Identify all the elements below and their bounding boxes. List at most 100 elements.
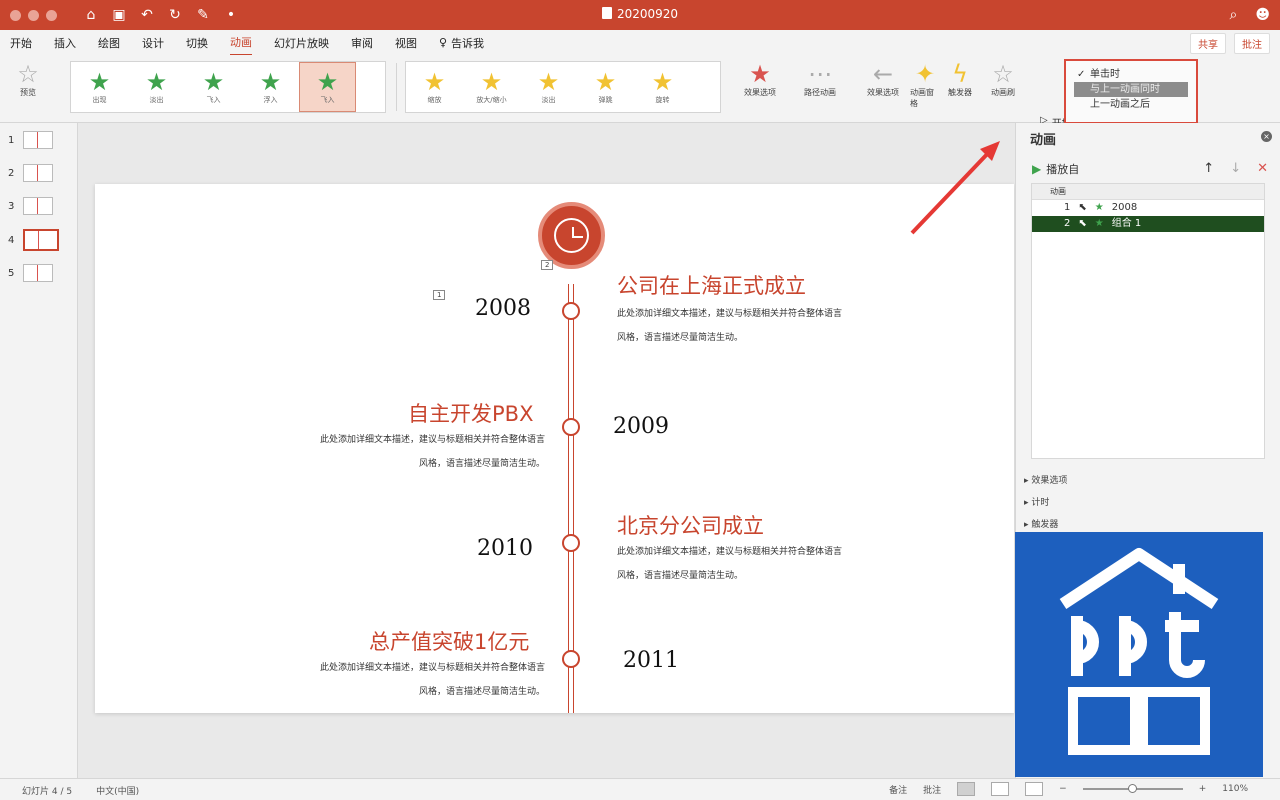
option-label: 上一动画之后 xyxy=(1090,99,1150,110)
lightbulb-icon: ♀ xyxy=(439,36,448,49)
red-star-icon: ★ xyxy=(749,60,771,88)
tab-animations[interactable]: 动画 xyxy=(230,30,252,56)
tab-review[interactable]: 审阅 xyxy=(351,31,373,55)
tab-transitions[interactable]: 切换 xyxy=(186,31,208,55)
effect-label: 淡出 xyxy=(541,96,556,104)
timeline-node[interactable] xyxy=(562,534,580,552)
animation-painter-button[interactable]: ☆ 动画刷 xyxy=(988,61,1018,98)
preview-star-icon: ☆ xyxy=(17,60,39,88)
slide[interactable]: 2 1 2008 公司在上海正式成立 此处添加详细文本描述，建议与标题相关并符合… xyxy=(95,184,1014,713)
move-down-icon[interactable]: ↓ xyxy=(1230,161,1241,176)
effect-label: 放大/缩小 xyxy=(476,96,507,104)
milestone-description[interactable]: 此处添加详细文本描述，建议与标题相关并符合整体语言 风格，语言描述尽量简洁生动。 xyxy=(617,302,842,350)
animation-row[interactable]: 1 ⬉ ★ 2008 xyxy=(1032,200,1264,216)
normal-view-icon[interactable] xyxy=(957,782,976,796)
undo-icon[interactable]: ↶ xyxy=(139,7,155,23)
home-icon[interactable]: ⌂ xyxy=(83,7,99,23)
close-pane-icon[interactable]: × xyxy=(1261,131,1272,142)
tell-me[interactable]: ♀ 告诉我 xyxy=(439,31,484,55)
trigger-button[interactable]: ϟ 触发器 xyxy=(944,61,976,98)
effect-options-button[interactable]: ★ 效果选项 xyxy=(738,61,782,98)
thumbnail-4[interactable]: 4 xyxy=(8,229,60,251)
milestone-heading[interactable]: 公司在上海正式成立 xyxy=(617,270,806,300)
option-after-previous[interactable]: 上一动画之后 xyxy=(1074,97,1188,112)
effect-bounce[interactable]: ★ 弹跳 xyxy=(577,62,634,112)
play-from-button[interactable]: ▶ 播放自 xyxy=(1032,161,1079,177)
tab-design[interactable]: 设计 xyxy=(142,31,164,55)
delete-icon[interactable]: ✕ xyxy=(1257,161,1268,176)
effect-appear[interactable]: ★ 出现 xyxy=(71,62,128,112)
effect-fly[interactable]: ★ 飞入 xyxy=(185,62,242,112)
language[interactable]: 中文(中国) xyxy=(96,784,139,797)
milestone-description[interactable]: 此处添加详细文本描述，建议与标题相关并符合整体语言 风格，语言描述尽量简洁生动。 xyxy=(253,428,545,476)
account-icon[interactable]: ☻ xyxy=(1255,7,1270,23)
milestone-description[interactable]: 此处添加详细文本描述，建议与标题相关并符合整体语言 风格，语言描述尽量简洁生动。 xyxy=(253,656,545,704)
clock-icon[interactable] xyxy=(538,202,605,269)
tab-view[interactable]: 视图 xyxy=(395,31,417,55)
timeline-node[interactable] xyxy=(562,418,580,436)
slide-sorter-icon[interactable] xyxy=(991,782,1010,796)
option-with-previous[interactable]: 与上一动画同时 xyxy=(1074,82,1188,97)
timeline-line[interactable] xyxy=(568,284,574,713)
animation-row[interactable]: 2 ⬉ ★ 组合 1 xyxy=(1032,216,1264,232)
timeline-node[interactable] xyxy=(562,302,580,320)
close-window-button[interactable] xyxy=(10,9,21,21)
effect-float[interactable]: ★ 浮入 xyxy=(242,62,299,112)
edit-icon[interactable]: ✎ xyxy=(195,7,211,23)
tab-insert[interactable]: 插入 xyxy=(54,31,76,55)
minimize-window-button[interactable] xyxy=(28,9,39,21)
thumbnail-1[interactable]: 1 xyxy=(8,131,54,149)
options-button[interactable]: ← 效果选项 xyxy=(860,61,906,98)
tell-me-label: 告诉我 xyxy=(451,36,485,50)
effect-spin[interactable]: ★ 旋转 xyxy=(634,62,691,112)
notes-button[interactable]: 备注 xyxy=(889,783,907,796)
option-on-click[interactable]: ✓ 单击时 xyxy=(1074,67,1188,82)
comments-status-button[interactable]: 批注 xyxy=(923,783,941,796)
comments-button[interactable]: 批注 xyxy=(1234,33,1270,54)
more-icon[interactable]: • xyxy=(223,7,239,23)
animation-pane-button[interactable]: ✦ 动画窗格 xyxy=(910,61,940,109)
zoom-out-icon[interactable]: − xyxy=(1059,784,1067,794)
year-label[interactable]: 2010 xyxy=(477,536,533,561)
milestone-heading[interactable]: 北京分公司成立 xyxy=(617,510,764,540)
effect-zoom[interactable]: ★ 缩放 xyxy=(406,62,463,112)
thumbnail-5[interactable]: 5 xyxy=(8,264,54,282)
redo-icon[interactable]: ↻ xyxy=(167,7,183,23)
effect-star-icon: ★ xyxy=(1094,202,1104,213)
effect-fly-in-selected[interactable]: ★ 飞入 xyxy=(299,62,356,112)
path-animation-button[interactable]: ⋯ 路径动画 xyxy=(796,61,844,98)
search-icon[interactable]: ⌕ xyxy=(1230,7,1238,23)
animation-tag[interactable]: 2 xyxy=(541,260,554,270)
save-icon[interactable]: ▣ xyxy=(111,7,127,23)
reading-view-icon[interactable] xyxy=(1025,782,1044,796)
effect-grow-shrink[interactable]: ★ 放大/缩小 xyxy=(463,62,520,112)
preview-button[interactable]: ☆ 预览 xyxy=(10,61,46,98)
animation-tag[interactable]: 1 xyxy=(433,290,446,300)
milestone-heading[interactable]: 总产值突破1亿元 xyxy=(369,626,529,656)
timeline-node[interactable] xyxy=(562,650,580,668)
thumbnail-3[interactable]: 3 xyxy=(8,197,54,215)
year-label[interactable]: 2009 xyxy=(613,414,669,439)
section-triggers[interactable]: ▸ 触发器 xyxy=(1024,517,1058,530)
zoom-slider[interactable] xyxy=(1082,784,1183,793)
milestone-description[interactable]: 此处添加详细文本描述，建议与标题相关并符合整体语言 风格，语言描述尽量简洁生动。 xyxy=(617,540,842,588)
tab-slideshow[interactable]: 幻灯片放映 xyxy=(274,31,329,55)
zoom-level[interactable]: 110% xyxy=(1222,784,1248,794)
thumbnail-2[interactable]: 2 xyxy=(8,164,54,182)
start-dropdown[interactable]: ✓ 单击时 与上一动画同时 上一动画之后 xyxy=(1064,59,1198,124)
share-button[interactable]: 共享 xyxy=(1190,33,1226,54)
zoom-window-button[interactable] xyxy=(46,9,57,21)
year-label[interactable]: 2011 xyxy=(623,648,679,673)
move-up-icon[interactable]: ↑ xyxy=(1203,161,1214,176)
effect-fade-out[interactable]: ★ 淡出 xyxy=(520,62,577,112)
milestone-heading[interactable]: 自主开发PBX xyxy=(408,398,533,428)
year-label[interactable]: 2008 xyxy=(475,296,531,321)
effect-fade[interactable]: ★ 淡出 xyxy=(128,62,185,112)
section-effect-options[interactable]: ▸ 效果选项 xyxy=(1024,473,1067,486)
zoom-knob[interactable] xyxy=(1127,784,1137,793)
tab-home[interactable]: 开始 xyxy=(10,31,32,55)
zoom-in-icon[interactable]: + xyxy=(1199,784,1207,794)
tab-draw[interactable]: 绘图 xyxy=(98,31,120,55)
section-timing[interactable]: ▸ 计时 xyxy=(1024,495,1049,508)
pane-tools: ↑ ↓ ✕ xyxy=(1203,161,1268,176)
